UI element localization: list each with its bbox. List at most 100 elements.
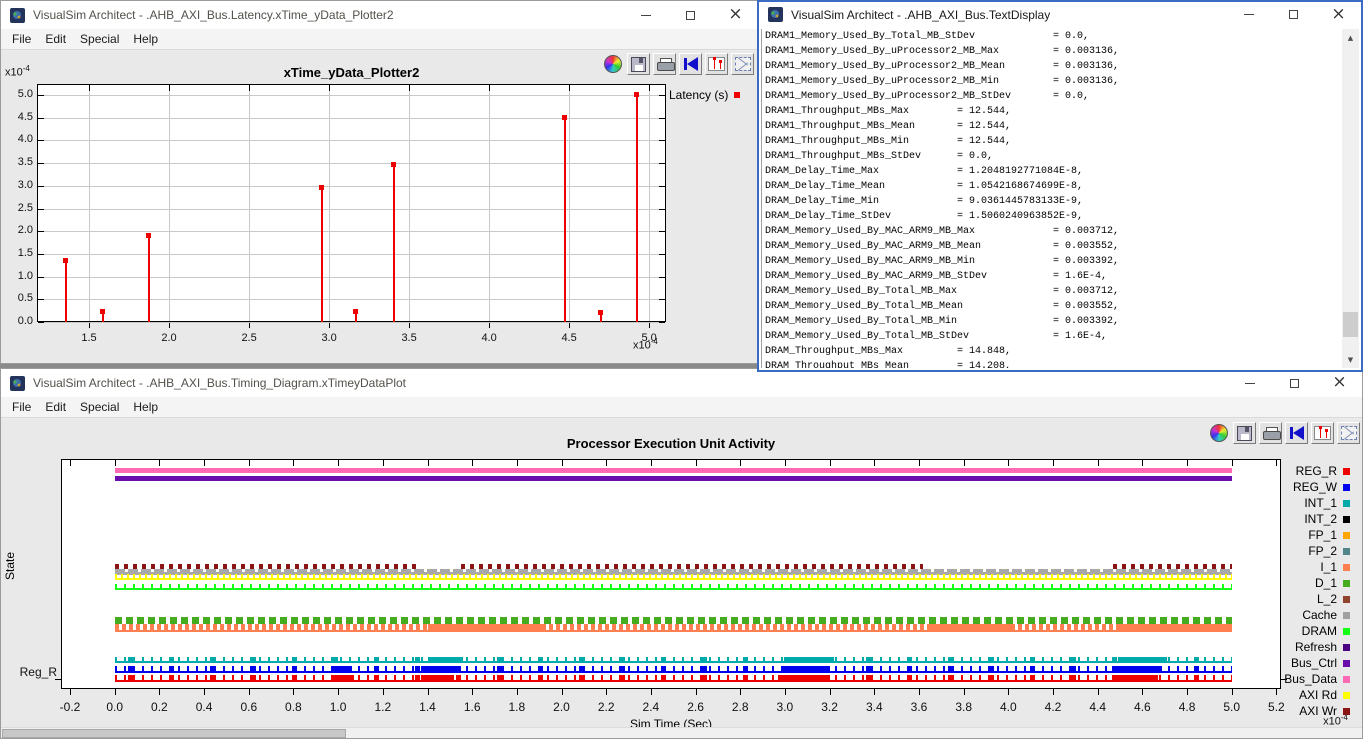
menu-file[interactable]: File [5, 30, 38, 48]
x-tick-label: 4.2 [1036, 700, 1070, 714]
x-tick [785, 460, 786, 466]
x-tick [1053, 460, 1054, 466]
legend-swatch [734, 92, 740, 98]
legend-label: Latency (s) [669, 88, 728, 102]
y-tick [38, 231, 44, 232]
x-tick [338, 460, 339, 466]
x-tick-label: 1.5 [74, 332, 104, 344]
plot-marks-icon[interactable] [705, 53, 728, 75]
legend-swatch [1343, 580, 1350, 587]
latency-plot-area[interactable]: 1.52.02.53.03.54.04.55.00.00.51.01.52.02… [37, 84, 666, 322]
plot-marks-icon[interactable] [1311, 422, 1334, 444]
scroll-down-icon[interactable]: ▼ [1342, 351, 1359, 368]
x-tick [159, 688, 160, 695]
data-point [353, 309, 358, 314]
menu-edit[interactable]: Edit [38, 30, 73, 48]
y-tick [38, 140, 44, 141]
gridline-h [38, 299, 665, 300]
legend-swatch [1343, 484, 1350, 491]
text-line: DRAM_Memory_Used_By_MAC_ARM9_MB_Min = 0.… [765, 254, 1342, 269]
titlebar-timing[interactable]: VisualSim Architect - .AHB_AXI_Bus.Timin… [1, 369, 1362, 397]
text-line: DRAM1_Memory_Used_By_uProcessor2_MB_Mean… [765, 59, 1342, 74]
legend-swatch [1343, 644, 1350, 651]
zoom-fit-icon[interactable] [731, 53, 754, 75]
x-tick [606, 460, 607, 466]
x-tick-label: 4.6 [1125, 700, 1159, 714]
h-scroll-thumb[interactable] [2, 729, 346, 738]
x-tick-label: 0.2 [142, 700, 176, 714]
stem [148, 236, 150, 322]
text-line: DRAM_Delay_Time_StDev = 1.5060240963852E… [765, 209, 1342, 224]
x-tick-label: 2.0 [545, 700, 579, 714]
window-title: VisualSim Architect - .AHB_AXI_Bus.Timin… [33, 376, 406, 390]
timing-h-scrollbar[interactable] [1, 727, 1362, 738]
timing-row-d_1 [115, 617, 1232, 624]
x-tick [964, 460, 965, 466]
gridline-v [249, 85, 250, 321]
timing-burst [1118, 657, 1167, 663]
minimize-button[interactable] [1226, 2, 1271, 27]
text-line: DRAM_Delay_Time_Min = 9.0361445783133E-9… [765, 194, 1342, 209]
stem [65, 261, 67, 322]
legend-label: INT_1 [1304, 496, 1337, 510]
x-tick [562, 460, 563, 466]
timing-burst [785, 657, 834, 663]
stem [393, 165, 395, 322]
x-tick [89, 85, 90, 91]
x-tick [517, 460, 518, 466]
data-point [100, 309, 105, 314]
text-line: DRAM_Throughput_MBs_Max = 14.848, [765, 344, 1342, 359]
menu-help[interactable]: Help [126, 30, 165, 48]
y-tick [659, 209, 665, 210]
menu-edit[interactable]: Edit [38, 398, 73, 416]
zoom-fit-icon[interactable] [1337, 422, 1360, 444]
close-button[interactable] [713, 1, 758, 29]
window-title: VisualSim Architect - .AHB_AXI_Bus.TextD… [791, 8, 1050, 22]
x-tick-label: -0.2 [53, 700, 87, 714]
timing-row-axi_rd [115, 574, 1232, 580]
maximize-button[interactable] [1271, 2, 1316, 27]
x-tick-label: 1.0 [321, 700, 355, 714]
legend-label: Bus_Data [1284, 672, 1337, 686]
legend-item: DRAM [1302, 625, 1350, 637]
v-scrollbar[interactable]: ▲ ▼ [1342, 29, 1359, 368]
minimize-button[interactable] [1227, 369, 1272, 397]
menu-special[interactable]: Special [73, 398, 126, 416]
x-tick [293, 460, 294, 466]
gridline-h [38, 95, 665, 96]
titlebar-latency-plotter[interactable]: VisualSim Architect - .AHB_AXI_Bus.Laten… [1, 1, 758, 29]
x-tick [383, 460, 384, 466]
gridline-v [489, 85, 490, 321]
y-tick-label: 0.5 [7, 292, 33, 304]
x-tick [1098, 688, 1099, 695]
timing-plot-area[interactable]: -0.20.00.20.40.60.81.01.21.41.61.82.02.2… [61, 459, 1281, 689]
menu-file[interactable]: File [5, 398, 38, 416]
x-tick-label: 4.0 [991, 700, 1025, 714]
x-tick [919, 688, 920, 695]
v-scroll-thumb[interactable] [1343, 312, 1358, 337]
fill-plot-icon[interactable] [1285, 422, 1308, 444]
legend-item: REG_R [1296, 465, 1350, 477]
x-tick [293, 688, 294, 695]
close-button[interactable] [1316, 2, 1361, 27]
stem [636, 95, 638, 322]
gridline-h [38, 322, 665, 323]
legend-label: FP_1 [1308, 528, 1337, 542]
close-button[interactable] [1317, 369, 1362, 397]
text-line: DRAM1_Memory_Used_By_uProcessor2_MB_StDe… [765, 89, 1342, 104]
x-tick [472, 688, 473, 695]
text-line: DRAM1_Memory_Used_By_uProcessor2_MB_Min … [765, 74, 1342, 89]
x-tick [204, 688, 205, 695]
menu-special[interactable]: Special [73, 30, 126, 48]
fill-plot-icon[interactable] [679, 53, 702, 75]
maximize-button[interactable] [1272, 369, 1317, 397]
maximize-button[interactable] [668, 1, 713, 29]
gridline-v [89, 85, 90, 321]
titlebar-text-display[interactable]: VisualSim Architect - .AHB_AXI_Bus.TextD… [759, 2, 1361, 27]
scroll-up-icon[interactable]: ▲ [1342, 29, 1359, 46]
y-tick-label: 4.0 [7, 133, 33, 145]
menu-help[interactable]: Help [126, 398, 165, 416]
text-output[interactable]: DRAM1_Memory_Used_By_Total_MB_StDev = 0.… [761, 29, 1342, 368]
minimize-button[interactable] [623, 1, 668, 29]
x-tick-label: 1.6 [455, 700, 489, 714]
